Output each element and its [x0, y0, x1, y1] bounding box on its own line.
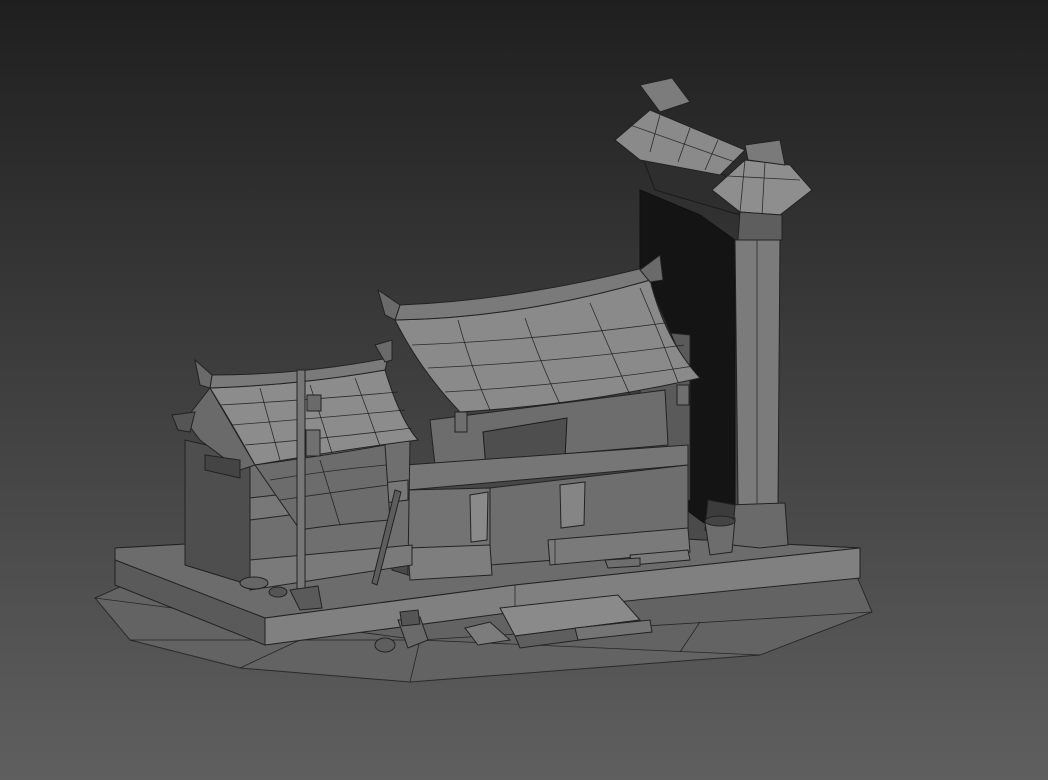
viewport-canvas[interactable] — [0, 0, 1048, 780]
door-right-icon[interactable] — [559, 481, 586, 529]
3d-viewport[interactable] — [0, 0, 1048, 780]
door-left-icon[interactable] — [469, 491, 489, 543]
bucket-icon[interactable] — [704, 515, 736, 556]
